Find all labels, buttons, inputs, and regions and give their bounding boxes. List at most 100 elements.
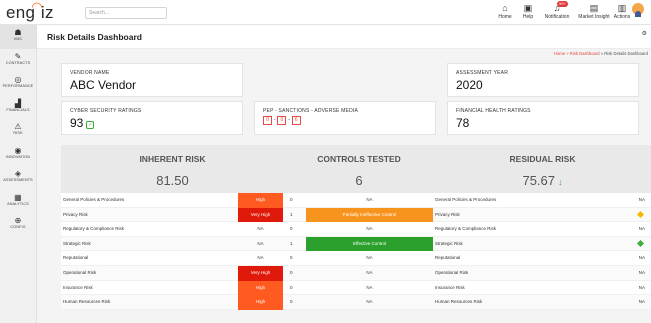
controls-count: 0 — [290, 197, 293, 202]
financial-health-card[interactable]: FINANCIAL HEALTH RATINGS 78 — [447, 101, 639, 135]
table-row[interactable]: Strategic Risk NA 1 Effective Control Strate… — [61, 236, 651, 252]
table-row[interactable]: Regulatory & Compliance Risk NA 0 NA Regulat… — [61, 222, 651, 237]
innovation-icon: ◉ — [14, 145, 22, 155]
financial-health-value: 78 — [456, 116, 470, 130]
residual-risk-cell — [609, 208, 649, 223]
sidebar-item-label: RISK — [13, 131, 23, 135]
breadcrumb-risk-dashboard[interactable]: Risk Dashboard — [570, 51, 600, 56]
actions-label: Actions — [613, 14, 631, 20]
residual-risk-name: Human Resources Risk — [435, 299, 483, 305]
residual-risk-title: RESIDUAL RISK — [509, 154, 576, 164]
controls-tested-summary: CONTROLS TESTED 6 — [284, 145, 434, 193]
sidebar-item-label: ANALYTICS — [7, 201, 29, 206]
residual-risk-name: Privacy Risk — [435, 211, 460, 217]
help-button[interactable]: ▣ Help — [518, 3, 538, 21]
market-insight-icon: ▤ — [589, 3, 599, 13]
risk-category-name: Insurance Risk — [63, 284, 93, 290]
inherent-risk-cell: NA — [257, 255, 264, 261]
table-row[interactable]: Insurance Risk High 0 NA Insurance Risk NA — [61, 280, 651, 296]
pep-sanctions-card[interactable]: PEP - SANCTIONS - ADVERSE MEDIA 0 - 0 - … — [254, 101, 436, 135]
search-input[interactable]: Search... — [85, 7, 167, 19]
home-button[interactable]: ⌂ Home — [494, 3, 516, 21]
residual-risk-cell: NA — [638, 255, 645, 261]
help-label: Help — [522, 14, 534, 20]
inherent-risk-value: 81.50 — [156, 173, 189, 188]
sidebar: ☗ VMC ✎ CONTRACTS ◎ PERFORMANCE ▟ FINANCIALS… — [0, 25, 37, 323]
inherent-risk-cell: Very High — [238, 207, 283, 223]
sidebar-item-financials[interactable]: ▟ FINANCIALS — [0, 96, 36, 120]
control-effectiveness-cell: NA — [366, 269, 373, 275]
table-row[interactable]: General Policies & Procedures High 0 NA Gene… — [61, 193, 651, 208]
notification-label: Notification — [544, 14, 570, 20]
controls-count: 0 — [290, 299, 293, 305]
table-row[interactable]: Human Resources Risk High 0 NA Human Resourc… — [61, 295, 651, 310]
vendor-name-card: VENDOR NAME ABC Vendor — [61, 63, 243, 97]
sidebar-item-performance[interactable]: ◎ PERFORMANCE — [0, 72, 36, 96]
actions-icon: ▥ — [617, 3, 627, 13]
home-label: Home — [498, 14, 512, 20]
residual-risk-cell: NA — [638, 269, 645, 275]
arrow-down-icon: ↓ — [558, 177, 563, 187]
assessment-year-value: 2020 — [456, 78, 483, 92]
inherent-risk-cell: High — [238, 295, 283, 310]
financials-icon: ▟ — [14, 98, 22, 108]
notification-button[interactable]: ♫ 99+ Notification — [540, 1, 574, 21]
assessment-year-label: ASSESSMENT YEAR — [456, 70, 508, 76]
residual-risk-cell: NA — [638, 197, 645, 202]
market-insight-label: Market Insight — [578, 14, 610, 20]
vmc-icon: ☗ — [14, 28, 22, 37]
page-header: Risk Details Dashboard ⚙ — [37, 25, 651, 49]
table-row[interactable]: Privacy Risk Very High 1 Partially Ineffect… — [61, 207, 651, 223]
table-row[interactable]: Operational Risk Very High 0 NA Operational … — [61, 265, 651, 281]
inherent-risk-cell: High — [238, 280, 283, 296]
engaiz-logo[interactable]: eng◠iz — [6, 0, 54, 23]
assessments-icon: ◈ — [14, 169, 22, 178]
diamond-icon — [636, 240, 645, 248]
sidebar-item-analytics[interactable]: ▦ ANALYTICS — [0, 190, 36, 214]
risk-category-name: Strategic Risk — [63, 240, 91, 246]
sidebar-item-contracts[interactable]: ✎ CONTRACTS — [0, 49, 36, 73]
control-effectiveness-cell: NA — [366, 284, 373, 290]
page-title: Risk Details Dashboard — [47, 32, 142, 42]
pep-count: 0 — [263, 116, 272, 125]
control-effectiveness-cell: Partially Ineffective Control — [306, 207, 433, 223]
contracts-icon: ✎ — [14, 51, 22, 61]
controls-count: 0 — [290, 255, 293, 261]
sidebar-item-assessments[interactable]: ◈ ASSESSMENTS — [0, 166, 36, 190]
control-effectiveness-cell: Effective Control — [306, 236, 433, 252]
cyber-security-card[interactable]: CYBER SECURITY RATINGS 93 ✓ — [61, 101, 243, 135]
vendor-name-value: ABC Vendor — [70, 78, 137, 92]
actions-button[interactable]: ▥ Actions — [612, 3, 632, 21]
risk-category-name: Operational Risk — [63, 269, 97, 275]
market-insight-button[interactable]: ▤ Market Insight — [576, 3, 612, 21]
residual-risk-cell: NA — [638, 226, 645, 232]
residual-risk-name: Reputational — [435, 255, 461, 261]
settings-icon[interactable]: ⚙ — [642, 30, 647, 37]
risk-category-name: Privacy Risk — [63, 211, 88, 217]
sidebar-item-vmc[interactable]: ☗ VMC — [0, 25, 36, 49]
adverse-media-count: 6 — [291, 116, 301, 125]
risk-category-name: Reputational — [63, 255, 89, 261]
user-avatar[interactable] — [632, 3, 644, 17]
sanctions-count: 0 — [277, 116, 287, 125]
vendor-name-label: VENDOR NAME — [70, 70, 110, 76]
control-effectiveness-cell: NA — [366, 299, 373, 305]
config-icon: ⊕ — [14, 216, 22, 225]
diamond-icon — [636, 210, 645, 218]
control-effectiveness-cell: NA — [366, 197, 373, 202]
cyber-security-value: 93 ✓ — [70, 116, 95, 130]
sidebar-item-label: CONFIG — [10, 225, 26, 229]
residual-risk-name: General Policies & Procedures — [435, 197, 497, 202]
table-row[interactable]: Reputational NA 0 NA Reputational NA — [61, 251, 651, 266]
breadcrumb-home[interactable]: Home — [554, 51, 565, 56]
controls-count: 1 — [290, 211, 293, 217]
residual-risk-name: Strategic Risk — [435, 240, 463, 246]
sidebar-item-config[interactable]: ⊕ CONFIG — [0, 213, 36, 237]
top-bar: eng◠iz Search... ⌂ Home ▣ Help ♫ 99+ Not… — [0, 0, 651, 25]
controls-tested-value: 6 — [355, 173, 363, 188]
sidebar-item-innovation[interactable]: ◉ INNOVATION — [0, 143, 36, 167]
pep-sanctions-label: PEP - SANCTIONS - ADVERSE MEDIA — [263, 108, 359, 114]
sidebar-item-risk[interactable]: ⚠ RISK — [0, 119, 36, 143]
sidebar-item-label: PERFORMANCE — [2, 84, 34, 88]
risk-icon: ⚠ — [14, 122, 22, 131]
